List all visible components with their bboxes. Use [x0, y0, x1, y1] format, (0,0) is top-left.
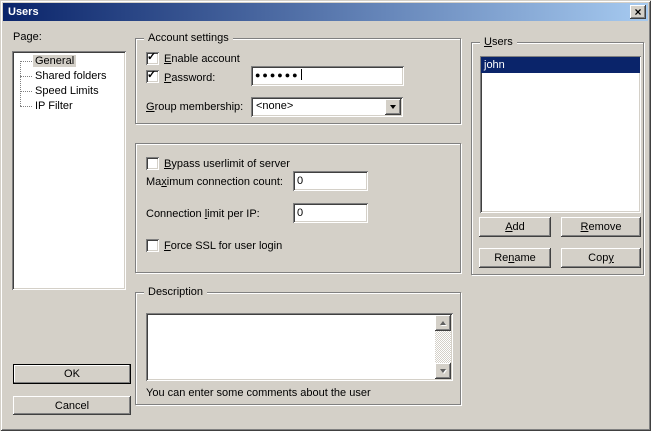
description-hint: You can enter some comments about the us…	[146, 387, 371, 399]
chevron-down-icon[interactable]	[385, 99, 401, 115]
page-label: Page:	[13, 31, 42, 43]
group-membership-value: <none>	[256, 100, 293, 112]
remove-button[interactable]: Remove	[561, 217, 641, 237]
close-icon: ×	[634, 6, 641, 18]
page-item-label[interactable]: Shared folders	[33, 70, 109, 82]
password-label: Password:	[164, 72, 215, 84]
connection-limit-per-ip-input[interactable]	[293, 203, 368, 223]
bypass-userlimit-label: Bypass userlimit of server	[164, 158, 290, 170]
scroll-up-button[interactable]	[435, 315, 451, 331]
enable-account-checkbox[interactable]: ✓	[146, 52, 159, 65]
page-item-general[interactable]: General	[12, 54, 126, 69]
tree-stub	[20, 91, 32, 92]
page-item-speed-limits[interactable]: Speed Limits	[12, 84, 126, 99]
password-input[interactable]: ●●●●●●	[251, 66, 404, 86]
rename-button[interactable]: Rename	[479, 248, 551, 268]
window-title: Users	[3, 6, 630, 18]
user-list-item[interactable]: john	[481, 57, 640, 73]
page-item-label[interactable]: IP Filter	[33, 100, 75, 112]
bypass-userlimit-checkbox[interactable]: ✓	[146, 157, 159, 170]
copy-button[interactable]: Copy	[561, 248, 641, 268]
page-list[interactable]: General Shared folders Speed Limits IP F…	[12, 51, 126, 290]
users-dialog: Users × Page: General Shared folders Spe…	[0, 0, 651, 431]
tree-stub	[20, 76, 32, 77]
page-item-shared-folders[interactable]: Shared folders	[12, 69, 126, 84]
description-title: Description	[144, 286, 207, 298]
password-checkbox[interactable]: ✓	[146, 70, 159, 83]
description-textarea[interactable]	[146, 313, 453, 381]
description-group: Description You can enter some comments …	[135, 292, 461, 405]
tree-stub	[20, 61, 32, 62]
page-item-label[interactable]: Speed Limits	[33, 85, 101, 97]
description-scrollbar[interactable]	[435, 315, 451, 379]
force-ssl-label: Force SSL for user login	[164, 240, 282, 252]
connection-settings-group: ✓ Bypass userlimit of server Maximum con…	[135, 143, 461, 273]
title-bar[interactable]: Users ×	[3, 3, 648, 21]
page-item-ip-filter[interactable]: IP Filter	[12, 99, 126, 114]
ok-button[interactable]: OK	[13, 364, 131, 384]
force-ssl-checkbox[interactable]: ✓	[146, 239, 159, 252]
add-button[interactable]: Add	[479, 217, 551, 237]
password-dots: ●●●●●●	[255, 70, 300, 80]
group-membership-select[interactable]: <none>	[251, 97, 403, 117]
connection-limit-per-ip-label: Connection limit per IP:	[146, 208, 260, 220]
text-caret	[301, 69, 302, 80]
page-item-label[interactable]: General	[33, 55, 76, 67]
tree-stub	[20, 106, 32, 107]
account-settings-group: Account settings ✓ Enable account ✓ Pass…	[135, 38, 461, 124]
maximum-connection-count-input[interactable]	[293, 171, 368, 191]
users-group: Users john Add Remove Rename Copy	[471, 42, 644, 275]
scroll-down-button[interactable]	[435, 363, 451, 379]
close-button[interactable]: ×	[630, 5, 646, 19]
maximum-connection-count-label: Maximum connection count:	[146, 176, 283, 188]
users-group-title: Users	[480, 36, 517, 48]
cancel-button[interactable]: Cancel	[13, 396, 131, 415]
check-icon: ✓	[147, 50, 156, 63]
account-settings-title: Account settings	[144, 32, 233, 44]
scroll-down-icon	[440, 369, 446, 373]
users-list[interactable]: john	[480, 56, 641, 213]
group-membership-label: Group membership:	[146, 101, 243, 113]
check-icon: ✓	[147, 68, 156, 81]
scroll-up-icon	[440, 321, 446, 325]
enable-account-label: Enable account	[164, 53, 240, 65]
